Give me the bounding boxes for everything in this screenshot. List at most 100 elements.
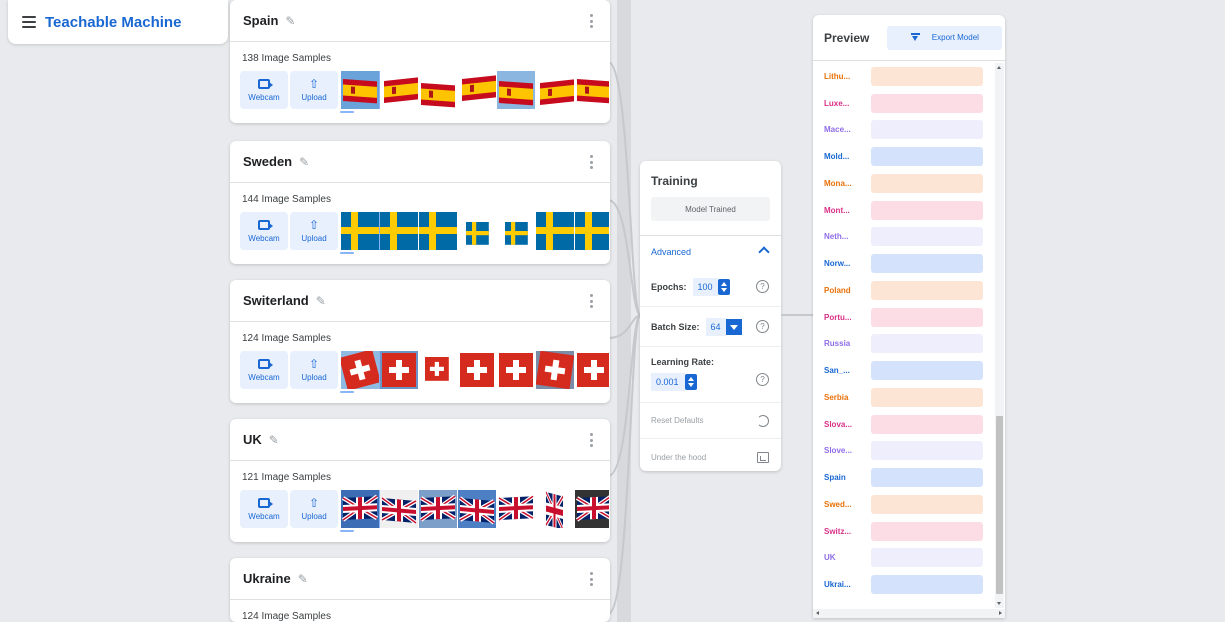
upload-button[interactable]: ⇧ Upload: [290, 212, 338, 250]
prediction-label: Luxe...: [824, 98, 850, 108]
class-header: Ukraine ✎: [230, 558, 610, 600]
pencil-icon[interactable]: ✎: [285, 15, 297, 27]
sample-thumbnail[interactable]: [419, 490, 457, 528]
webcam-button[interactable]: Webcam: [240, 351, 288, 389]
prediction-row: Lithu...: [813, 63, 995, 90]
advanced-label: Advanced: [651, 246, 692, 257]
sample-thumbnails[interactable]: [341, 351, 609, 389]
thumbnail-scroll-indicator[interactable]: [340, 111, 354, 113]
more-options-icon[interactable]: [590, 14, 594, 28]
batch-size-row: Batch Size: 64 ?: [640, 307, 781, 347]
batch-size-dropdown-icon[interactable]: [725, 318, 742, 335]
prediction-row: Luxe...: [813, 90, 995, 117]
pencil-icon[interactable]: ✎: [298, 573, 310, 585]
learning-rate-stepper-icon[interactable]: [685, 374, 697, 390]
sample-thumbnail[interactable]: [380, 351, 418, 389]
scroll-up-icon[interactable]: [997, 66, 1001, 69]
sample-thumbnail[interactable]: [419, 212, 457, 250]
upload-button[interactable]: ⇧ Upload: [290, 490, 338, 528]
sample-thumbnail[interactable]: [575, 490, 609, 528]
sample-thumbnail[interactable]: [380, 212, 418, 250]
sample-thumbnail[interactable]: [575, 212, 609, 250]
prediction-bar: [871, 548, 983, 568]
reset-defaults-button[interactable]: Reset Defaults: [640, 403, 781, 439]
epochs-input[interactable]: 100: [692, 277, 718, 296]
prediction-bar: [871, 280, 983, 300]
sample-thumbnail[interactable]: [458, 71, 496, 109]
class-name[interactable]: Sweden: [243, 154, 292, 169]
scroll-down-icon[interactable]: [997, 602, 1001, 605]
webcam-button[interactable]: Webcam: [240, 490, 288, 528]
export-model-button[interactable]: Export Model: [887, 25, 1003, 50]
thumbnail-scroll-indicator[interactable]: [340, 391, 354, 393]
batch-size-label: Batch Size:: [651, 321, 700, 332]
sample-thumbnail[interactable]: [536, 212, 574, 250]
sample-thumbnails[interactable]: [341, 212, 609, 250]
model-trained-button[interactable]: Model Trained: [651, 197, 770, 221]
sample-thumbnail[interactable]: [497, 212, 535, 250]
sample-thumbnail[interactable]: [419, 71, 457, 109]
sample-thumbnail[interactable]: [341, 490, 380, 528]
training-title: Training: [651, 174, 698, 188]
upload-button[interactable]: ⇧ Upload: [290, 351, 338, 389]
sample-thumbnail[interactable]: [380, 71, 418, 109]
webcam-icon: [258, 219, 273, 230]
sample-thumbnail[interactable]: [380, 490, 418, 528]
epochs-stepper-icon[interactable]: [717, 278, 730, 295]
learning-rate-help-icon[interactable]: ?: [756, 373, 769, 386]
sample-thumbnail[interactable]: [458, 212, 496, 250]
prediction-bar: [871, 494, 983, 514]
class-name[interactable]: UK: [243, 432, 262, 447]
pencil-icon[interactable]: ✎: [299, 156, 311, 168]
sample-thumbnails[interactable]: [341, 490, 609, 528]
sample-thumbnail[interactable]: [536, 71, 574, 109]
sample-thumbnail[interactable]: [497, 351, 535, 389]
preview-scrollbar[interactable]: [995, 63, 1004, 608]
webcam-button[interactable]: Webcam: [240, 212, 288, 250]
upload-icon: ⇧: [308, 496, 320, 510]
webcam-button[interactable]: Webcam: [240, 71, 288, 109]
batch-size-select[interactable]: 64: [705, 317, 726, 336]
under-the-hood-button[interactable]: Under the hood: [640, 439, 781, 475]
class-name[interactable]: Ukraine: [243, 571, 291, 586]
sample-thumbnail[interactable]: [575, 351, 609, 389]
sample-thumbnail[interactable]: [497, 71, 535, 109]
sample-thumbnail[interactable]: [536, 490, 574, 528]
more-options-icon[interactable]: [590, 294, 594, 308]
sample-thumbnail[interactable]: [341, 351, 380, 389]
sample-thumbnail[interactable]: [458, 351, 496, 389]
class-name[interactable]: Switerland: [243, 293, 309, 308]
class-name[interactable]: Spain: [243, 13, 278, 28]
pencil-icon[interactable]: ✎: [269, 434, 281, 446]
more-options-icon[interactable]: [590, 155, 594, 169]
learning-rate-input[interactable]: 0.001: [651, 373, 685, 391]
prediction-label: Mace...: [824, 125, 851, 135]
prediction-row: Swed...: [813, 491, 995, 518]
advanced-toggle[interactable]: Advanced: [640, 235, 781, 267]
scroll-right-icon[interactable]: [999, 611, 1002, 615]
sample-thumbnail[interactable]: [341, 212, 380, 250]
batch-size-help-icon[interactable]: ?: [756, 320, 769, 333]
thumbnail-scroll-indicator[interactable]: [340, 252, 354, 254]
sample-thumbnail[interactable]: [419, 351, 457, 389]
sample-thumbnail[interactable]: [341, 71, 380, 109]
sample-thumbnail[interactable]: [497, 490, 535, 528]
sample-thumbnail[interactable]: [536, 351, 574, 389]
training-connector: [781, 314, 813, 316]
sample-thumbnails[interactable]: [341, 71, 609, 109]
sample-thumbnail[interactable]: [575, 71, 609, 109]
epochs-label: Epochs:: [651, 281, 687, 292]
scroll-left-icon[interactable]: [816, 611, 819, 615]
pencil-icon[interactable]: ✎: [316, 295, 328, 307]
sample-thumbnail[interactable]: [458, 490, 496, 528]
epochs-help-icon[interactable]: ?: [756, 280, 769, 293]
prediction-bar: [871, 120, 983, 140]
thumbnail-scroll-indicator[interactable]: [340, 530, 354, 532]
upload-button[interactable]: ⇧ Upload: [290, 71, 338, 109]
more-options-icon[interactable]: [590, 433, 594, 447]
learning-rate-row: Learning Rate: 0.001 ?: [640, 347, 781, 403]
preview-hscrollbar[interactable]: [813, 609, 1005, 618]
more-options-icon[interactable]: [590, 572, 594, 586]
scrollbar-thumb[interactable]: [996, 416, 1003, 594]
hamburger-menu-icon[interactable]: [22, 16, 36, 28]
